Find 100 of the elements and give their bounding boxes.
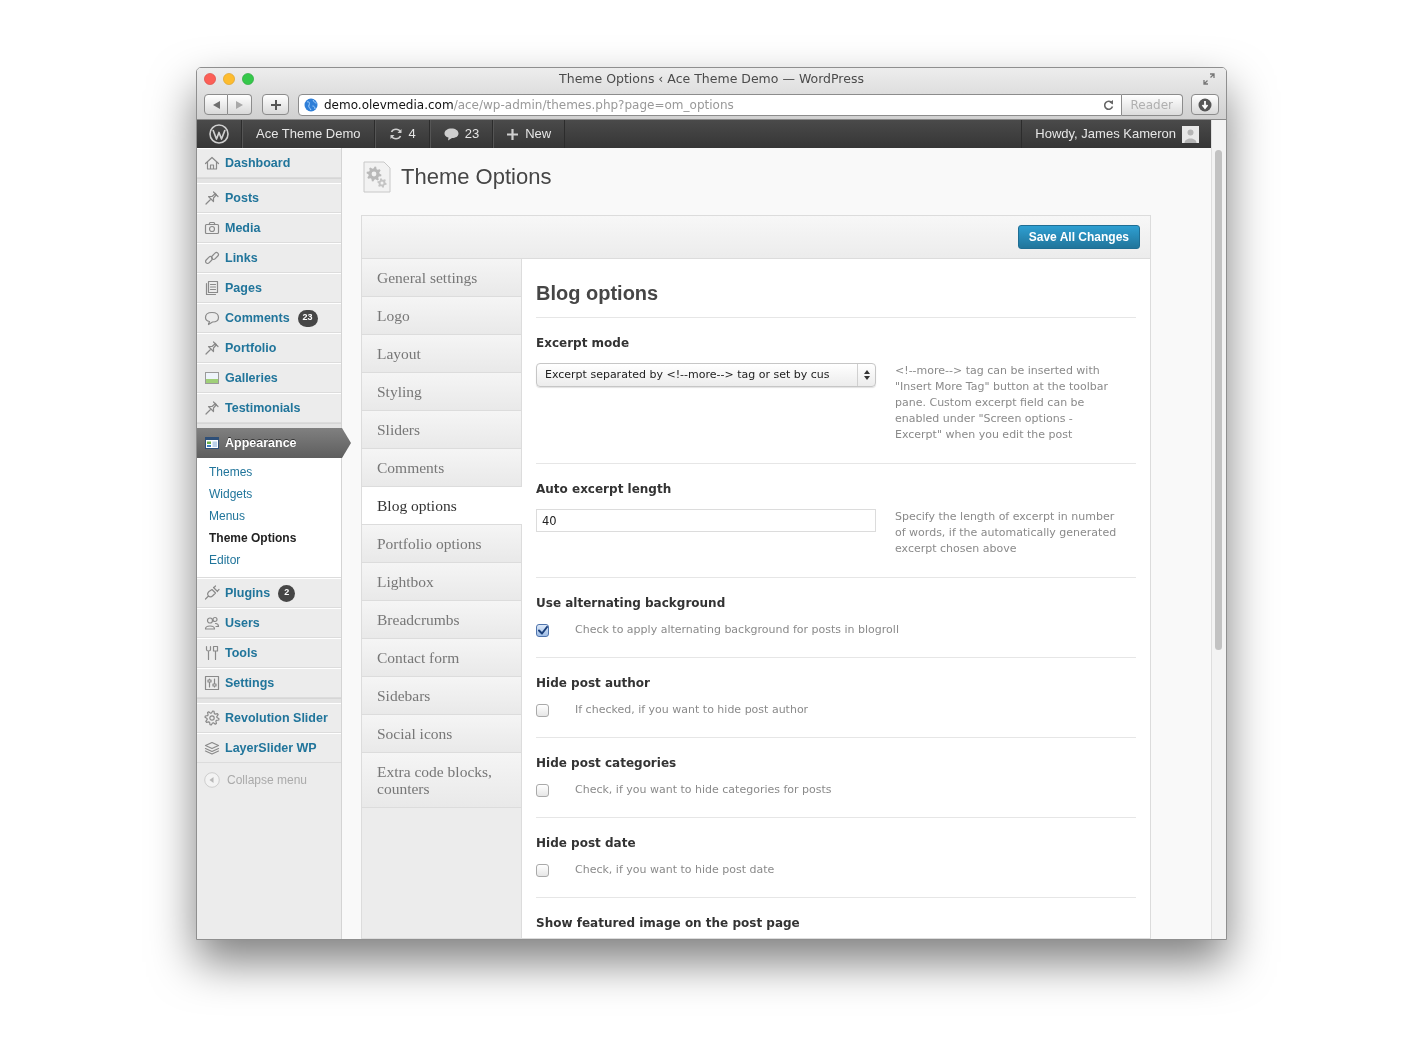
submenu-item[interactable]: Widgets xyxy=(197,483,341,505)
sidebar-menu-item[interactable]: Comments 23 xyxy=(197,303,341,333)
option-label: Auto excerpt length xyxy=(536,481,673,497)
options-tab[interactable]: Lightbox xyxy=(362,563,521,601)
option-description: Check to apply alternating background for posts in blogroll xyxy=(575,621,899,638)
options-tab[interactable]: Contact form xyxy=(362,639,521,677)
sidebar-menu-item[interactable]: Revolution Slider xyxy=(197,703,341,733)
reload-icon[interactable] xyxy=(1102,98,1114,111)
download-icon xyxy=(1198,97,1212,112)
house-icon xyxy=(204,155,220,171)
account-link[interactable]: Howdy, James Kameron xyxy=(1021,120,1211,148)
speech-bubble-icon xyxy=(204,310,220,326)
options-tab[interactable]: Breadcrumbs xyxy=(362,601,521,639)
option-label: Use alternating background xyxy=(536,595,727,611)
download-button[interactable] xyxy=(1191,94,1219,115)
option-description: Specify the length of excerpt in number of words, if the automatically generated excerpt chosen above xyxy=(895,509,1118,557)
count-badge: 23 xyxy=(297,309,318,327)
address-field[interactable]: demo.olevmedia.com/ace/wp-admin/themes.php?page=om_options xyxy=(298,93,1122,116)
option-label: Hide post date xyxy=(536,835,637,851)
sidebar-menu-item[interactable]: Plugins 2 xyxy=(197,578,341,608)
plug-icon xyxy=(204,585,220,601)
speech-bubble-icon xyxy=(443,127,459,141)
refresh-icon xyxy=(388,127,403,141)
url-text: demo.olevmedia.com/ace/wp-admin/themes.php?page=om_options xyxy=(324,96,734,114)
submenu-item[interactable]: Theme Options xyxy=(197,527,341,549)
dropdown[interactable]: Excerpt separated by <!--more--> tag or set by cus xyxy=(536,363,876,387)
options-tab[interactable]: Styling xyxy=(362,373,521,411)
site-name-link[interactable]: Ace Theme Demo xyxy=(242,120,375,148)
checkmark-icon xyxy=(537,625,548,635)
scrollbar-thumb[interactable] xyxy=(1215,150,1222,650)
avatar-icon xyxy=(1182,125,1199,143)
forward-button[interactable] xyxy=(228,94,252,115)
checkbox[interactable] xyxy=(536,863,549,877)
pages-icon xyxy=(204,280,220,296)
pin-icon xyxy=(204,340,220,356)
pin-icon xyxy=(204,190,220,206)
option-description: If checked, if you want to hide post author xyxy=(575,701,809,718)
options-tab[interactable]: Logo xyxy=(362,297,521,335)
count-badge: 2 xyxy=(278,584,296,602)
option-description: Check, if you want to hide categories for posts xyxy=(575,781,832,798)
sidebar-menu-item[interactable]: Appearance xyxy=(197,428,351,458)
checkbox[interactable] xyxy=(536,783,549,797)
gears-icon xyxy=(362,160,392,193)
options-tab[interactable]: Sidebars xyxy=(362,677,521,715)
sidebar-menu-item[interactable]: Portfolio xyxy=(197,333,341,363)
fullscreen-icon[interactable] xyxy=(1203,73,1215,85)
up-down-arrows-icon xyxy=(863,370,870,380)
new-tab-button[interactable] xyxy=(262,94,289,115)
page-title: Theme Options xyxy=(401,163,552,191)
sidebar-menu-item[interactable]: Users xyxy=(197,608,341,638)
right-triangle-icon xyxy=(236,100,243,109)
options-tab[interactable]: Portfolio options xyxy=(362,525,521,563)
submenu-item[interactable]: Themes xyxy=(197,461,341,483)
close-icon[interactable] xyxy=(204,73,216,85)
option-label: Excerpt mode xyxy=(536,335,631,351)
chain-link-icon xyxy=(204,250,220,266)
options-tab[interactable]: Extra code blocks, counters xyxy=(362,753,521,808)
gear-icon xyxy=(204,710,220,726)
plus-icon xyxy=(507,128,519,140)
options-tab[interactable]: Sliders xyxy=(362,411,521,449)
option-description: <!--more--> tag can be inserted with "Insert More Tag" button at the toolbar pane. Custom excerpt field can be enabled under "Screen options - Excerpt" when you edit the post xyxy=(895,363,1109,443)
sidebar-menu-item[interactable]: Media xyxy=(197,213,341,243)
tools-icon xyxy=(204,645,220,661)
window-title: Theme Options ‹ Ace Theme Demo — WordPress xyxy=(559,69,864,88)
pin-icon xyxy=(204,400,220,416)
checkbox[interactable] xyxy=(536,703,549,717)
options-tab[interactable]: General settings xyxy=(362,259,521,297)
checkbox[interactable] xyxy=(536,623,549,637)
sidebar-menu-item[interactable]: Tools xyxy=(197,638,341,668)
sidebar-menu-item[interactable]: Pages xyxy=(197,273,341,303)
left-triangle-icon xyxy=(212,100,220,109)
options-tab[interactable]: Blog options xyxy=(362,487,522,525)
layers-icon xyxy=(204,740,220,756)
picture-icon xyxy=(204,370,220,386)
submenu-item[interactable]: Editor xyxy=(197,549,341,571)
users-icon xyxy=(204,615,220,631)
logo-icon[interactable] xyxy=(209,124,229,144)
globe-icon xyxy=(304,97,318,112)
option-label: Hide post categories xyxy=(536,755,678,771)
section-title: Blog options xyxy=(536,281,660,305)
sidebar-menu-item[interactable]: Galleries xyxy=(197,363,341,393)
updates-link[interactable]: 4 xyxy=(374,120,430,148)
sliders-icon xyxy=(204,675,220,691)
submenu-item[interactable]: Menus xyxy=(197,505,341,527)
zoom-icon[interactable] xyxy=(242,73,254,85)
option-description: Check, if you want to hide post date xyxy=(575,861,775,878)
new-link[interactable]: New xyxy=(493,120,566,148)
options-tab[interactable]: Social icons xyxy=(362,715,521,753)
sidebar-menu-item[interactable]: Links xyxy=(197,243,341,273)
text-field[interactable]: 40 xyxy=(536,509,876,532)
options-tab[interactable]: Layout xyxy=(362,335,521,373)
sidebar-menu-item[interactable]: Posts xyxy=(197,183,341,213)
option-label: Show featured image on the post page xyxy=(536,915,801,931)
save-button[interactable]: Save All Changes xyxy=(1017,225,1140,249)
sidebar-menu-item[interactable]: LayerSlider WP xyxy=(197,733,341,763)
plus-icon xyxy=(270,99,281,110)
back-button[interactable] xyxy=(204,94,228,115)
option-label: Hide post author xyxy=(536,675,652,691)
comments-link[interactable]: 23 xyxy=(429,120,494,148)
options-tab[interactable]: Comments xyxy=(362,449,521,487)
